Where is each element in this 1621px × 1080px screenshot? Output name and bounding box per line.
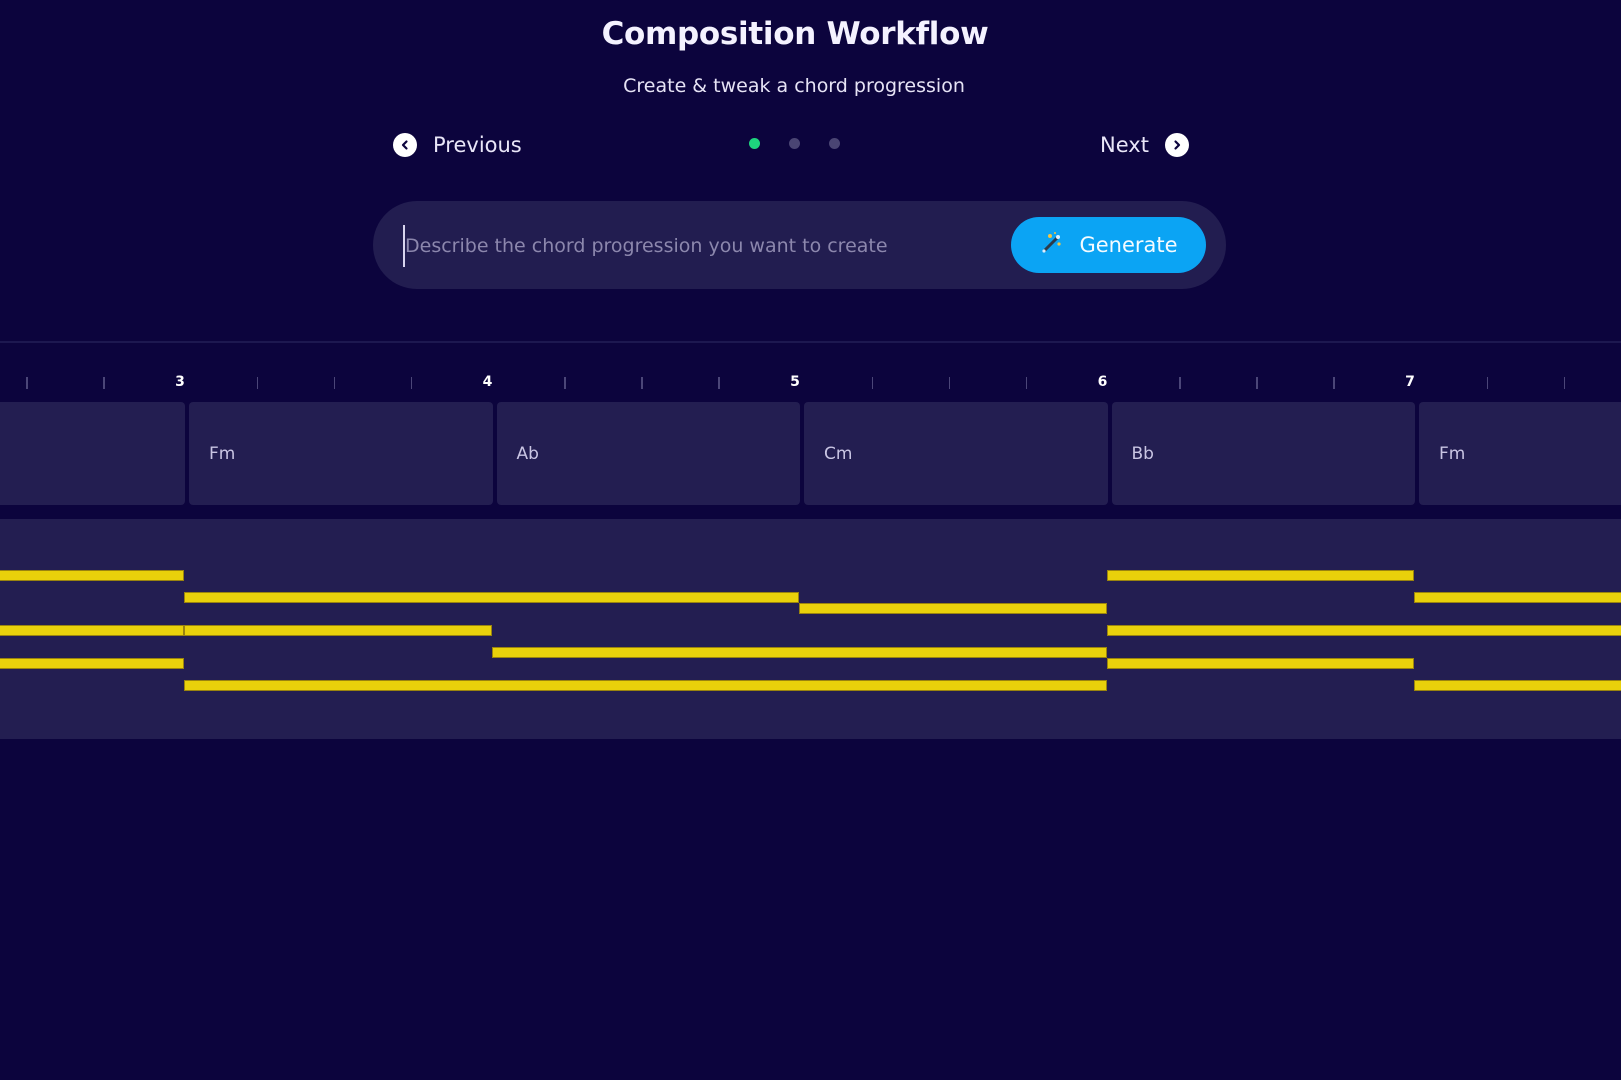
chord-label: Ab — [516, 443, 539, 464]
next-button[interactable]: Next — [1100, 128, 1189, 162]
beat-tick — [948, 377, 951, 389]
generate-button[interactable]: Generate — [1011, 217, 1206, 273]
bar-number: 4 — [482, 374, 493, 390]
step-indicator — [749, 138, 840, 149]
bar-number: 5 — [790, 374, 800, 390]
beat-tick — [564, 377, 566, 389]
beat-tick — [256, 377, 259, 389]
magic-wand-icon — [1039, 230, 1065, 261]
next-label: Next — [1100, 133, 1149, 157]
piano-roll — [0, 519, 1621, 739]
previous-button[interactable]: Previous — [393, 128, 522, 162]
chord-label: Fm — [1439, 443, 1466, 464]
chord-block[interactable]: Fm — [189, 402, 493, 505]
note-bar[interactable] — [184, 591, 799, 603]
chord-block[interactable]: Fm — [1419, 402, 1621, 505]
beat-tick — [1333, 377, 1335, 389]
note-bar[interactable] — [0, 624, 184, 636]
chord-label: Bb — [1131, 443, 1154, 464]
beat-tick — [1486, 377, 1489, 389]
timeline-ruler[interactable]: 3 4 5 6 7 — [0, 370, 1621, 396]
beat-tick — [718, 377, 720, 389]
beat-tick — [1025, 377, 1028, 389]
page-title: Composition Workflow — [601, 16, 989, 52]
chord-block[interactable]: Bb — [1111, 402, 1415, 505]
beat-tick — [871, 377, 874, 389]
note-bar[interactable] — [1106, 570, 1414, 581]
bar-number: 7 — [1405, 374, 1415, 390]
note-bar[interactable] — [491, 646, 1107, 658]
previous-label: Previous — [433, 133, 522, 157]
section-divider — [0, 341, 1621, 343]
chord-label: Cm — [824, 443, 853, 464]
chord-block[interactable] — [0, 402, 185, 505]
note-bar[interactable] — [1106, 624, 1621, 636]
beat-tick — [26, 377, 28, 389]
beat-tick — [1179, 377, 1181, 389]
chord-label: Fm — [209, 443, 236, 464]
note-bar[interactable] — [0, 657, 184, 669]
note-bar[interactable] — [1414, 679, 1621, 691]
note-bar[interactable] — [1106, 657, 1414, 669]
chevron-right-circle-icon — [1164, 133, 1189, 157]
beat-tick — [103, 377, 105, 389]
chord-track: Fm Ab Cm Bb Fm — [0, 402, 1621, 505]
note-bar[interactable] — [1414, 591, 1621, 603]
bar-number: 3 — [175, 374, 185, 390]
beat-tick — [641, 377, 643, 389]
beat-tick — [1563, 377, 1566, 389]
note-bar[interactable] — [0, 570, 184, 581]
note-bar[interactable] — [184, 679, 1107, 691]
step-dot[interactable] — [749, 138, 760, 149]
beat-tick — [1256, 377, 1258, 389]
chord-block[interactable]: Ab — [496, 402, 800, 505]
chevron-left-circle-icon — [393, 133, 417, 157]
beat-tick — [410, 377, 413, 389]
note-bar[interactable] — [799, 602, 1107, 614]
prompt-bar: Generate — [373, 201, 1226, 289]
note-bar[interactable] — [184, 624, 492, 636]
page-subtitle: Create & tweak a chord progression — [623, 75, 965, 97]
beat-tick — [333, 377, 336, 389]
generate-label: Generate — [1079, 233, 1178, 257]
step-dot[interactable] — [789, 138, 800, 149]
chord-block[interactable]: Cm — [804, 402, 1108, 505]
bar-number: 6 — [1097, 374, 1108, 390]
step-dot[interactable] — [829, 138, 840, 149]
chord-prompt-input[interactable] — [403, 225, 1007, 267]
